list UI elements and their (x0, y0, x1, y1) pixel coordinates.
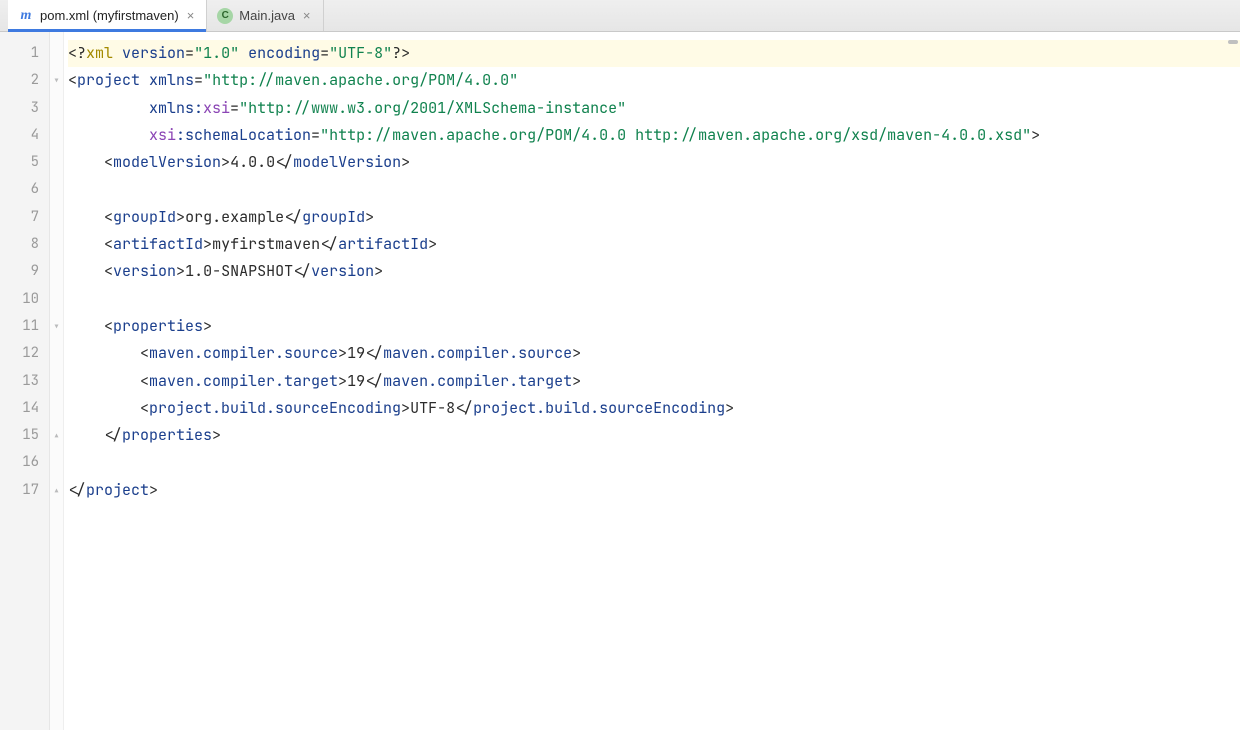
fold-toggle-icon[interactable]: ▾ (50, 313, 63, 340)
fold-column[interactable]: ▾ ▾ ▴ ▴ (50, 32, 64, 730)
code-line[interactable]: xmlns:xsi="http://www.w3.org/2001/XMLSch… (68, 95, 1240, 122)
code-line[interactable]: </properties> (68, 422, 1240, 449)
code-line[interactable] (68, 176, 1240, 203)
maven-icon: m (18, 8, 34, 24)
code-editor[interactable]: 1234567891011121314151617 ▾▾▴▴ <?xml ver… (0, 32, 1240, 730)
code-line[interactable]: <project.build.sourceEncoding>UTF-8</pro… (68, 395, 1240, 422)
line-number: 4 (0, 122, 39, 149)
code-line[interactable]: <properties> (68, 313, 1240, 340)
fold-spacer (50, 204, 63, 231)
tab-pom-xml[interactable]: m pom.xml (myfirstmaven) × (8, 0, 207, 31)
line-number: 1 (0, 40, 39, 67)
line-number: 17 (0, 477, 39, 504)
fold-spacer (50, 395, 63, 422)
tab-label: pom.xml (myfirstmaven) (40, 8, 179, 23)
code-line[interactable]: xsi:schemaLocation="http://maven.apache.… (68, 122, 1240, 149)
fold-spacer (50, 449, 63, 476)
scrollbar-marker (1228, 40, 1238, 44)
code-line[interactable]: <?xml version="1.0" encoding="UTF-8"?> (68, 40, 1240, 67)
close-icon[interactable]: × (301, 9, 313, 22)
code-line[interactable]: <maven.compiler.target>19</maven.compile… (68, 368, 1240, 395)
fold-spacer (50, 231, 63, 258)
line-number: 7 (0, 204, 39, 231)
code-line[interactable]: <modelVersion>4.0.0</modelVersion> (68, 149, 1240, 176)
editor-tabs: m pom.xml (myfirstmaven) × C Main.java × (0, 0, 1240, 32)
code-line[interactable]: <version>1.0-SNAPSHOT</version> (68, 258, 1240, 285)
fold-spacer (50, 95, 63, 122)
fold-spacer (50, 340, 63, 367)
line-number: 10 (0, 286, 39, 313)
line-number: 11 (0, 313, 39, 340)
code-area[interactable]: <?xml version="1.0" encoding="UTF-8"?><p… (64, 32, 1240, 730)
line-number: 16 (0, 449, 39, 476)
tab-main-java[interactable]: C Main.java × (207, 0, 323, 31)
fold-spacer (50, 40, 63, 67)
line-number: 6 (0, 176, 39, 203)
fold-spacer (50, 176, 63, 203)
fold-spacer (50, 368, 63, 395)
line-number: 2 (0, 67, 39, 94)
code-line[interactable]: <artifactId>myfirstmaven</artifactId> (68, 231, 1240, 258)
line-number: 9 (0, 258, 39, 285)
code-line[interactable] (68, 286, 1240, 313)
fold-spacer (50, 286, 63, 313)
line-number: 15 (0, 422, 39, 449)
line-number: 5 (0, 149, 39, 176)
line-number: 14 (0, 395, 39, 422)
fold-toggle-icon[interactable]: ▾ (50, 67, 63, 94)
fold-spacer (50, 258, 63, 285)
line-number-gutter: 1234567891011121314151617 (0, 32, 50, 730)
tab-label: Main.java (239, 8, 295, 23)
java-class-icon: C (217, 8, 233, 24)
fold-spacer (50, 149, 63, 176)
code-line[interactable]: <maven.compiler.source>19</maven.compile… (68, 340, 1240, 367)
fold-toggle-icon[interactable]: ▴ (50, 422, 63, 449)
fold-toggle-icon[interactable]: ▴ (50, 477, 63, 504)
close-icon[interactable]: × (185, 9, 197, 22)
line-number: 8 (0, 231, 39, 258)
line-number: 3 (0, 95, 39, 122)
code-line[interactable]: </project> (68, 477, 1240, 504)
fold-spacer (50, 122, 63, 149)
line-number: 12 (0, 340, 39, 367)
line-number: 13 (0, 368, 39, 395)
code-line[interactable] (68, 449, 1240, 476)
code-line[interactable]: <project xmlns="http://maven.apache.org/… (68, 67, 1240, 94)
code-line[interactable]: <groupId>org.example</groupId> (68, 204, 1240, 231)
